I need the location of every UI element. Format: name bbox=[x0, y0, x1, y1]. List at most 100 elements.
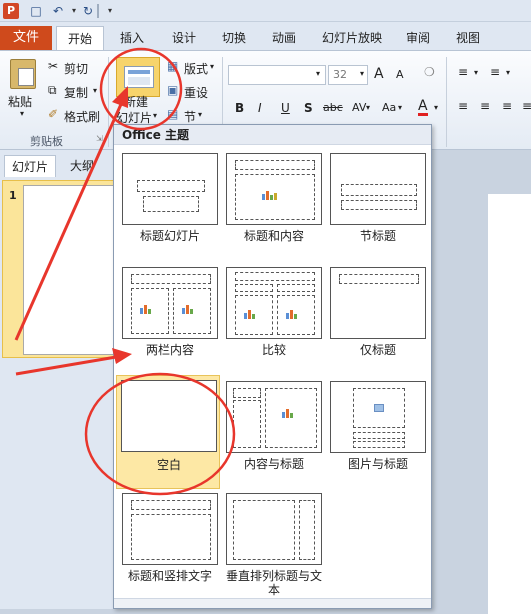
layout-thumbnail bbox=[226, 153, 322, 225]
placeholder-vertical-text bbox=[131, 514, 211, 560]
justify-icon[interactable]: ≡ bbox=[522, 99, 531, 113]
change-case-dropdown-icon[interactable]: ▾ bbox=[398, 103, 402, 112]
clipboard-launcher-icon[interactable]: ⇲ bbox=[96, 134, 103, 143]
placeholder-title bbox=[235, 160, 315, 170]
copy-button[interactable]: 复制 bbox=[64, 84, 88, 101]
layout-button[interactable]: 版式 bbox=[184, 60, 208, 77]
content-icons-icon bbox=[282, 409, 294, 418]
align-right-icon[interactable]: ≡ bbox=[502, 99, 512, 113]
change-case-button[interactable]: Aa bbox=[382, 101, 396, 114]
layout-icon[interactable]: ▦ bbox=[167, 59, 178, 73]
placeholder-title bbox=[339, 274, 419, 284]
tab-review[interactable]: 审阅 bbox=[398, 26, 438, 50]
paste-button[interactable]: 粘贴 bbox=[8, 93, 32, 110]
cut-button[interactable]: 剪切 bbox=[64, 60, 88, 77]
format-painter-icon[interactable]: ✐ bbox=[48, 107, 58, 121]
paste-icon[interactable] bbox=[10, 59, 36, 89]
placeholder-title bbox=[233, 388, 261, 398]
layout-content-with-caption[interactable]: 内容与标题 bbox=[222, 377, 326, 489]
new-slide-label-line1[interactable]: 新建 bbox=[124, 93, 148, 110]
align-center-icon[interactable]: ≡ bbox=[480, 99, 490, 113]
layout-title-only[interactable]: 仅标题 bbox=[326, 263, 430, 375]
layout-name: 仅标题 bbox=[359, 343, 396, 357]
undo-icon[interactable]: ↶ bbox=[50, 3, 66, 19]
layout-blank[interactable]: 空白 bbox=[116, 375, 220, 489]
layout-two-content[interactable]: 两栏内容 bbox=[118, 263, 222, 375]
placeholder-title bbox=[353, 432, 405, 439]
font-name-input[interactable] bbox=[228, 65, 326, 85]
character-spacing-button[interactable]: AV bbox=[352, 101, 366, 114]
placeholder-title bbox=[131, 500, 211, 510]
tab-view[interactable]: 视图 bbox=[448, 26, 488, 50]
font-color-dropdown-icon[interactable]: ▾ bbox=[434, 103, 438, 112]
slide-thumbnail-selected[interactable]: 1 bbox=[2, 180, 118, 358]
redo-icon[interactable]: ↻ bbox=[80, 3, 96, 19]
section-icon[interactable]: ▤ bbox=[167, 107, 178, 121]
format-painter-button[interactable]: 格式刷 bbox=[64, 108, 100, 125]
new-slide-dropdown-icon[interactable]: ▾ bbox=[153, 111, 157, 120]
font-color-button[interactable]: A bbox=[418, 99, 428, 116]
bullets-dropdown-icon[interactable]: ▾ bbox=[474, 68, 478, 77]
layout-vertical-title-and-text[interactable]: 垂直排列标题与文本 bbox=[222, 489, 326, 601]
new-slide-icon[interactable] bbox=[116, 57, 160, 97]
layout-dropdown-icon[interactable]: ▾ bbox=[210, 62, 214, 71]
bullets-icon[interactable]: ≡ bbox=[458, 65, 468, 79]
powerpoint-logo-icon[interactable]: P bbox=[3, 3, 19, 19]
layout-title-and-content[interactable]: 标题和内容 bbox=[222, 149, 326, 261]
character-spacing-dropdown-icon[interactable]: ▾ bbox=[366, 103, 370, 112]
shrink-font-icon[interactable]: A bbox=[396, 68, 404, 81]
slides-panel: 幻灯片 大纲 1 bbox=[0, 150, 118, 609]
slide-canvas[interactable] bbox=[488, 194, 531, 614]
group-separator bbox=[446, 57, 447, 147]
copy-icon[interactable]: ⧉ bbox=[48, 83, 57, 98]
placeholder-picture bbox=[353, 388, 405, 428]
layout-name: 比较 bbox=[261, 343, 286, 357]
placeholder-content bbox=[265, 388, 317, 448]
layout-title-and-vertical-text[interactable]: 标题和竖排文字 bbox=[118, 489, 222, 601]
reset-icon[interactable]: ▣ bbox=[167, 83, 178, 97]
section-button[interactable]: 节 bbox=[184, 108, 196, 125]
layout-comparison[interactable]: 比较 bbox=[222, 263, 326, 375]
tab-outline[interactable]: 大纲 bbox=[62, 155, 102, 177]
layout-thumbnail bbox=[226, 381, 322, 453]
layout-section-header[interactable]: 节标题 bbox=[326, 149, 430, 261]
tab-file[interactable]: 文件 bbox=[0, 26, 52, 50]
title-bar: P □ ↶ ▾ ↻ ▾ bbox=[0, 0, 531, 22]
reset-button[interactable]: 重设 bbox=[184, 84, 208, 101]
tab-animations[interactable]: 动画 bbox=[264, 26, 304, 50]
clear-formatting-icon[interactable]: ❍ bbox=[424, 65, 435, 79]
placeholder-text bbox=[233, 400, 261, 448]
copy-dropdown-icon[interactable]: ▾ bbox=[93, 86, 97, 95]
tab-transitions[interactable]: 切换 bbox=[214, 26, 254, 50]
grow-font-icon[interactable]: A bbox=[374, 66, 384, 82]
save-icon[interactable]: □ bbox=[28, 3, 44, 19]
underline-button[interactable]: U bbox=[281, 101, 290, 115]
tab-slideshow[interactable]: 幻灯片放映 bbox=[316, 26, 388, 50]
strikethrough-button[interactable]: abc bbox=[323, 101, 343, 114]
layout-thumbnail bbox=[121, 380, 217, 452]
section-dropdown-icon[interactable]: ▾ bbox=[198, 110, 202, 119]
tab-slides[interactable]: 幻灯片 bbox=[4, 155, 56, 177]
layout-thumbnail bbox=[122, 267, 218, 339]
layout-picture-with-caption[interactable]: 图片与标题 bbox=[326, 377, 430, 489]
placeholder-content-right bbox=[277, 295, 315, 335]
font-size-dropdown-icon[interactable]: ▾ bbox=[360, 69, 364, 78]
bold-button[interactable]: B bbox=[235, 101, 244, 115]
align-left-icon[interactable]: ≡ bbox=[458, 99, 468, 113]
italic-button[interactable]: I bbox=[258, 101, 262, 115]
tab-insert[interactable]: 插入 bbox=[110, 26, 154, 50]
tab-design[interactable]: 设计 bbox=[164, 26, 204, 50]
cut-icon[interactable]: ✂ bbox=[48, 59, 58, 73]
layout-name: 图片与标题 bbox=[347, 457, 408, 471]
shadow-button[interactable]: S bbox=[304, 101, 313, 115]
font-name-dropdown-icon[interactable]: ▾ bbox=[316, 69, 320, 78]
layout-title-slide[interactable]: 标题幻灯片 bbox=[118, 149, 222, 261]
tab-home[interactable]: 开始 bbox=[56, 26, 104, 51]
numbering-dropdown-icon[interactable]: ▾ bbox=[506, 68, 510, 77]
qat-separator bbox=[97, 4, 99, 18]
placeholder-text bbox=[341, 200, 417, 210]
numbering-icon[interactable]: ≡ bbox=[490, 65, 500, 79]
slide-thumbnail[interactable] bbox=[23, 185, 117, 355]
paste-dropdown-icon[interactable]: ▾ bbox=[20, 109, 24, 118]
customize-qat-icon[interactable]: ▾ bbox=[102, 3, 118, 19]
